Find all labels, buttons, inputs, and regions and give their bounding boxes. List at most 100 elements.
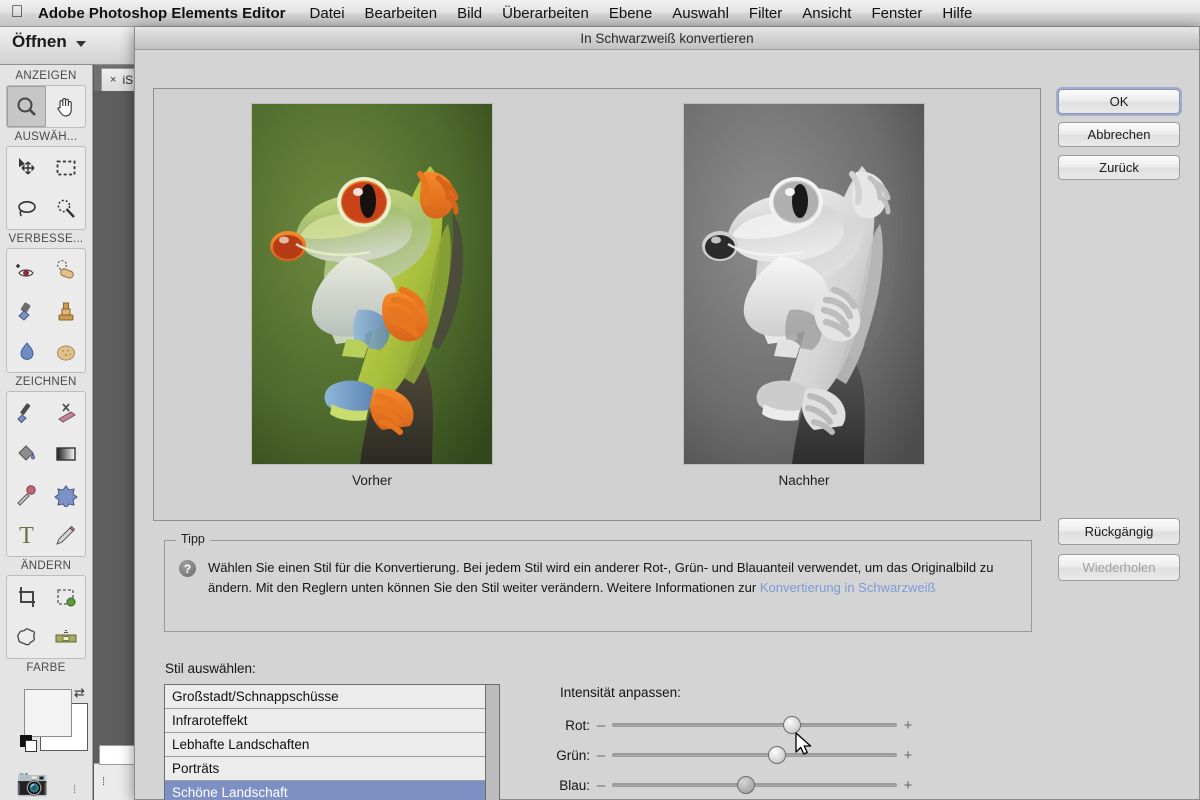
clone-stamp-tool[interactable] — [46, 290, 85, 331]
hand-tool[interactable] — [46, 86, 85, 127]
question-mark-icon[interactable]: ? — [179, 560, 196, 577]
paintbrush-icon — [16, 402, 30, 423]
open-button[interactable]: Öffnen — [12, 32, 86, 52]
tool-group-aendern[interactable] — [6, 575, 86, 659]
tip-group-box: Tipp ? Wählen Sie einen Stil für die Kon… — [164, 532, 1032, 632]
style-item-lebhafte-landschaften[interactable]: Lebhafte Landschaften — [165, 733, 485, 757]
dialog-title-bar[interactable]: In Schwarzweiß konvertieren — [135, 27, 1199, 50]
gradient-tool[interactable] — [46, 433, 85, 474]
blur-tool[interactable] — [7, 331, 46, 372]
menu-bar[interactable]:  Adobe Photoshop Elements Editor Datei … — [0, 0, 1200, 27]
menu-item-hilfe[interactable]: Hilfe — [932, 0, 982, 27]
decrease-blau-icon[interactable]: – — [590, 777, 612, 794]
tool-group-zeichnen[interactable]: T — [6, 391, 86, 557]
crop-icon — [18, 586, 35, 607]
red-eye-removal-tool[interactable] — [7, 249, 46, 290]
color-swatches[interactable]: ⇄ — [14, 681, 88, 767]
style-item-portraets[interactable]: Porträts — [165, 757, 485, 781]
tool-group-verbessern[interactable] — [6, 248, 86, 373]
eyedropper-tool[interactable] — [7, 474, 46, 515]
menu-item-ebene[interactable]: Ebene — [599, 0, 662, 27]
increase-rot-icon[interactable]: + — [897, 717, 919, 734]
slider-track-rot — [612, 723, 897, 727]
preview-after: Nachher — [594, 103, 1014, 508]
slider-knob-blau[interactable] — [736, 776, 755, 794]
lasso-tool[interactable] — [7, 188, 46, 229]
tool-group-anzeigen[interactable] — [6, 85, 86, 128]
slider-rot[interactable] — [612, 716, 897, 734]
text-t-icon: T — [19, 522, 34, 549]
foreground-color-swatch[interactable] — [24, 689, 72, 737]
close-icon[interactable]: × — [110, 74, 116, 86]
move-tool[interactable] — [7, 147, 46, 188]
apple-logo-icon[interactable]:  — [0, 3, 34, 23]
menu-item-bearbeiten[interactable]: Bearbeiten — [355, 0, 448, 27]
menu-item-filter[interactable]: Filter — [739, 0, 792, 27]
crop-tool[interactable] — [7, 576, 46, 617]
frog-photo-grayscale — [684, 104, 924, 464]
menu-item-ansicht[interactable]: Ansicht — [792, 0, 861, 27]
marquee-icon — [56, 160, 75, 175]
panel-grip-icon: ⁞ — [73, 784, 77, 796]
custom-shape-tool[interactable] — [46, 474, 85, 515]
cookie-cutter-icon — [16, 627, 35, 645]
eyedropper-icon — [16, 484, 36, 506]
increase-blau-icon[interactable]: + — [897, 777, 919, 794]
menu-app-title[interactable]: Adobe Photoshop Elements Editor — [34, 0, 300, 27]
dialog-title: In Schwarzweiß konvertieren — [580, 30, 754, 46]
ok-button[interactable]: OK — [1058, 89, 1180, 114]
sponge-icon — [56, 345, 75, 360]
menu-item-fenster[interactable]: Fenster — [861, 0, 932, 27]
smart-brush-tool[interactable] — [7, 290, 46, 331]
preview-panel: Vorher Nachher — [153, 88, 1041, 521]
straighten-tool[interactable] — [46, 617, 85, 658]
brush-tool[interactable] — [7, 392, 46, 433]
style-list-items[interactable]: Großstadt/Schnappschüsse Infraroteffekt … — [165, 685, 485, 800]
zoom-tool[interactable] — [7, 86, 46, 127]
undo-redo-column: Rückgängig Wiederholen — [1058, 518, 1180, 581]
dialog-button-column: OK Abbrechen Zurück — [1058, 89, 1180, 180]
tool-palette[interactable]: ANZEIGEN AUSWÄH... VERBESSE... ZEICHNEN … — [0, 65, 93, 800]
droplet-icon — [19, 341, 34, 360]
bucket-icon — [17, 444, 35, 461]
style-list[interactable]: Großstadt/Schnappschüsse Infraroteffekt … — [164, 684, 500, 800]
paint-bucket-tool[interactable] — [7, 433, 46, 474]
sponge-tool[interactable] — [46, 331, 85, 372]
eraser-tool[interactable] — [46, 392, 85, 433]
style-item-grossstadt[interactable]: Großstadt/Schnappschüsse — [165, 685, 485, 709]
menu-item-auswahl[interactable]: Auswahl — [662, 0, 739, 27]
tip-link[interactable]: Konvertierung in Schwarzweiß — [760, 580, 936, 595]
rectangular-marquee-tool[interactable] — [46, 147, 85, 188]
hand-icon — [56, 97, 72, 117]
increase-gruen-icon[interactable]: + — [897, 747, 919, 764]
pencil-tool[interactable] — [46, 515, 85, 556]
lasso-icon — [17, 200, 36, 217]
style-list-label: Stil auswählen: — [165, 661, 256, 676]
type-tool[interactable]: T — [7, 515, 46, 556]
style-item-infraroteffekt[interactable]: Infraroteffekt — [165, 709, 485, 733]
menu-item-datei[interactable]: Datei — [300, 0, 355, 27]
decrease-rot-icon[interactable]: – — [590, 717, 612, 734]
cancel-button[interactable]: Abbrechen — [1058, 122, 1180, 147]
decrease-gruen-icon[interactable]: – — [590, 747, 612, 764]
slider-gruen[interactable] — [612, 746, 897, 764]
scissors-icon — [57, 402, 76, 423]
menu-item-bild[interactable]: Bild — [447, 0, 492, 27]
slider-blau[interactable] — [612, 776, 897, 794]
menu-item-ueberarbeiten[interactable]: Überarbeiten — [492, 0, 599, 27]
slider-knob-gruen[interactable] — [768, 746, 787, 764]
slider-row-blau: Blau: – + — [495, 770, 1015, 800]
healing-brush-tool[interactable] — [46, 249, 85, 290]
reset-button[interactable]: Zurück — [1058, 155, 1180, 180]
straighten-icon — [55, 629, 76, 642]
recompose-tool[interactable] — [46, 576, 85, 617]
default-colors-icon[interactable] — [20, 735, 37, 752]
undo-button[interactable]: Rückgängig — [1058, 518, 1180, 545]
tool-group-auswaehlen[interactable] — [6, 146, 86, 230]
style-item-schoene-landschaft[interactable]: Schöne Landschaft — [165, 781, 485, 800]
magic-wand-tool[interactable] — [46, 188, 85, 229]
camera-icon[interactable]: 📷 — [16, 767, 48, 798]
cookie-cutter-tool[interactable] — [7, 617, 46, 658]
swap-colors-icon[interactable]: ⇄ — [74, 685, 85, 701]
move-icon — [18, 157, 34, 174]
